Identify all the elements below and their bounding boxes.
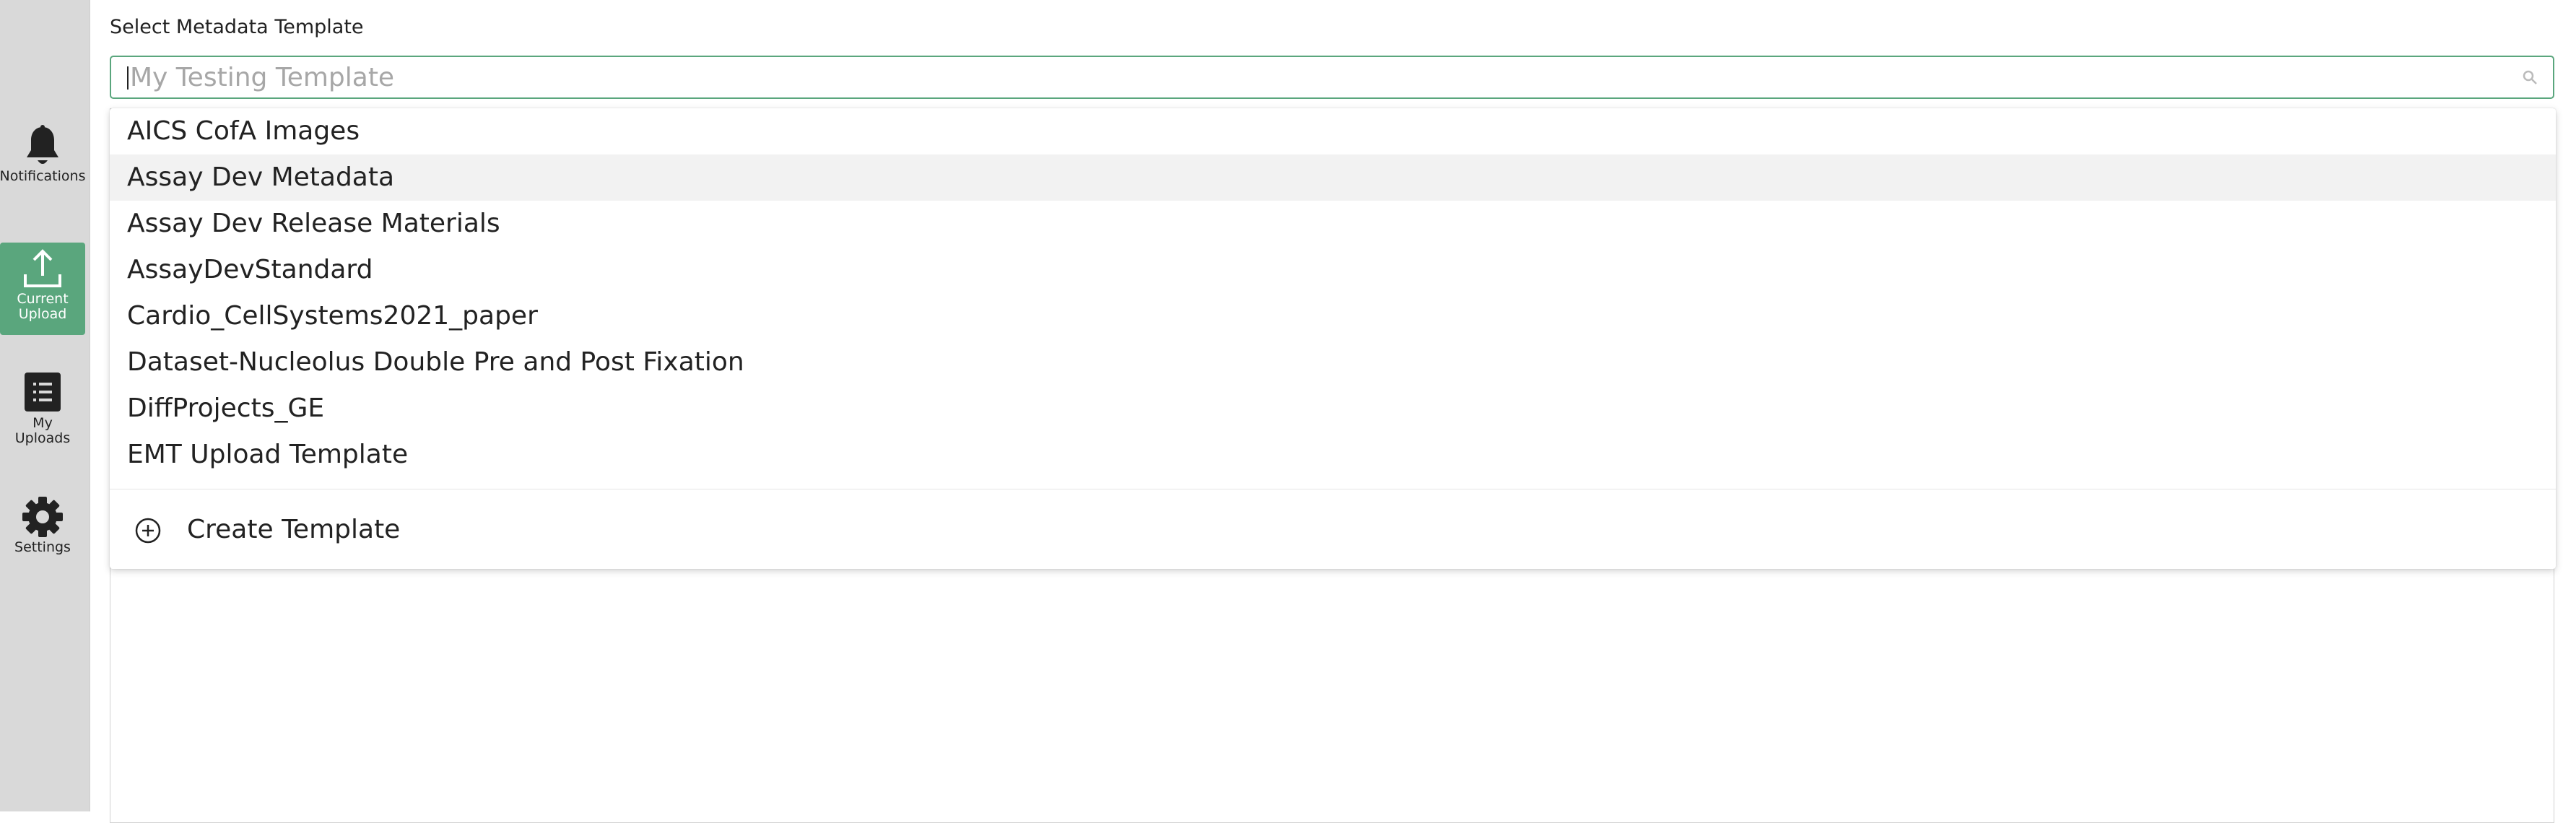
template-option[interactable]: AssayDevStandard <box>110 247 2556 293</box>
list-icon <box>25 373 61 412</box>
plus-circle-icon <box>135 518 161 544</box>
sidebar-item-label: Current <box>17 291 69 307</box>
template-option[interactable]: EMT Upload Template <box>110 432 2556 478</box>
template-select-label: Select Metadata Template <box>110 16 364 38</box>
template-dropdown-menu: AICS CofA Images Assay Dev Metadata Assa… <box>110 108 2556 569</box>
sidebar-item-current-upload[interactable]: Current Upload <box>0 243 85 335</box>
bell-icon <box>27 125 58 164</box>
template-option[interactable]: Dataset-Nucleolus Double Pre and Post Fi… <box>110 339 2556 386</box>
sidebar-item-settings[interactable]: Settings <box>0 494 85 566</box>
template-option[interactable]: DiffProjects_GE <box>110 386 2556 432</box>
text-caret <box>127 66 129 90</box>
template-option[interactable]: Assay Dev Release Materials <box>110 201 2556 247</box>
sidebar: Notifications Current Upload My Uploads <box>0 0 90 811</box>
template-option[interactable]: Cardio_CellSystems2021_paper <box>110 293 2556 339</box>
template-search-input[interactable]: My Testing Template <box>110 56 2554 99</box>
sidebar-item-notifications[interactable]: Notifications <box>0 124 85 196</box>
main-content: Select Metadata Template My Testing Temp… <box>90 0 2576 823</box>
gear-icon <box>22 497 63 537</box>
sidebar-item-label: My <box>32 415 53 431</box>
template-option[interactable]: AICS CofA Images <box>110 108 2556 154</box>
search-icon <box>2523 70 2537 84</box>
sidebar-item-my-uploads[interactable]: My Uploads <box>0 370 85 456</box>
template-search-placeholder: My Testing Template <box>130 63 395 92</box>
create-template-label: Create Template <box>187 515 401 544</box>
sidebar-item-label: Upload <box>18 306 67 322</box>
sidebar-item-label: Settings <box>14 539 71 555</box>
template-option[interactable]: Assay Dev Metadata <box>110 154 2556 201</box>
sidebar-item-label: Notifications <box>0 168 86 184</box>
create-template-button[interactable]: Create Template <box>110 506 2556 554</box>
upload-icon <box>24 249 61 287</box>
sidebar-item-label: Uploads <box>14 430 71 446</box>
